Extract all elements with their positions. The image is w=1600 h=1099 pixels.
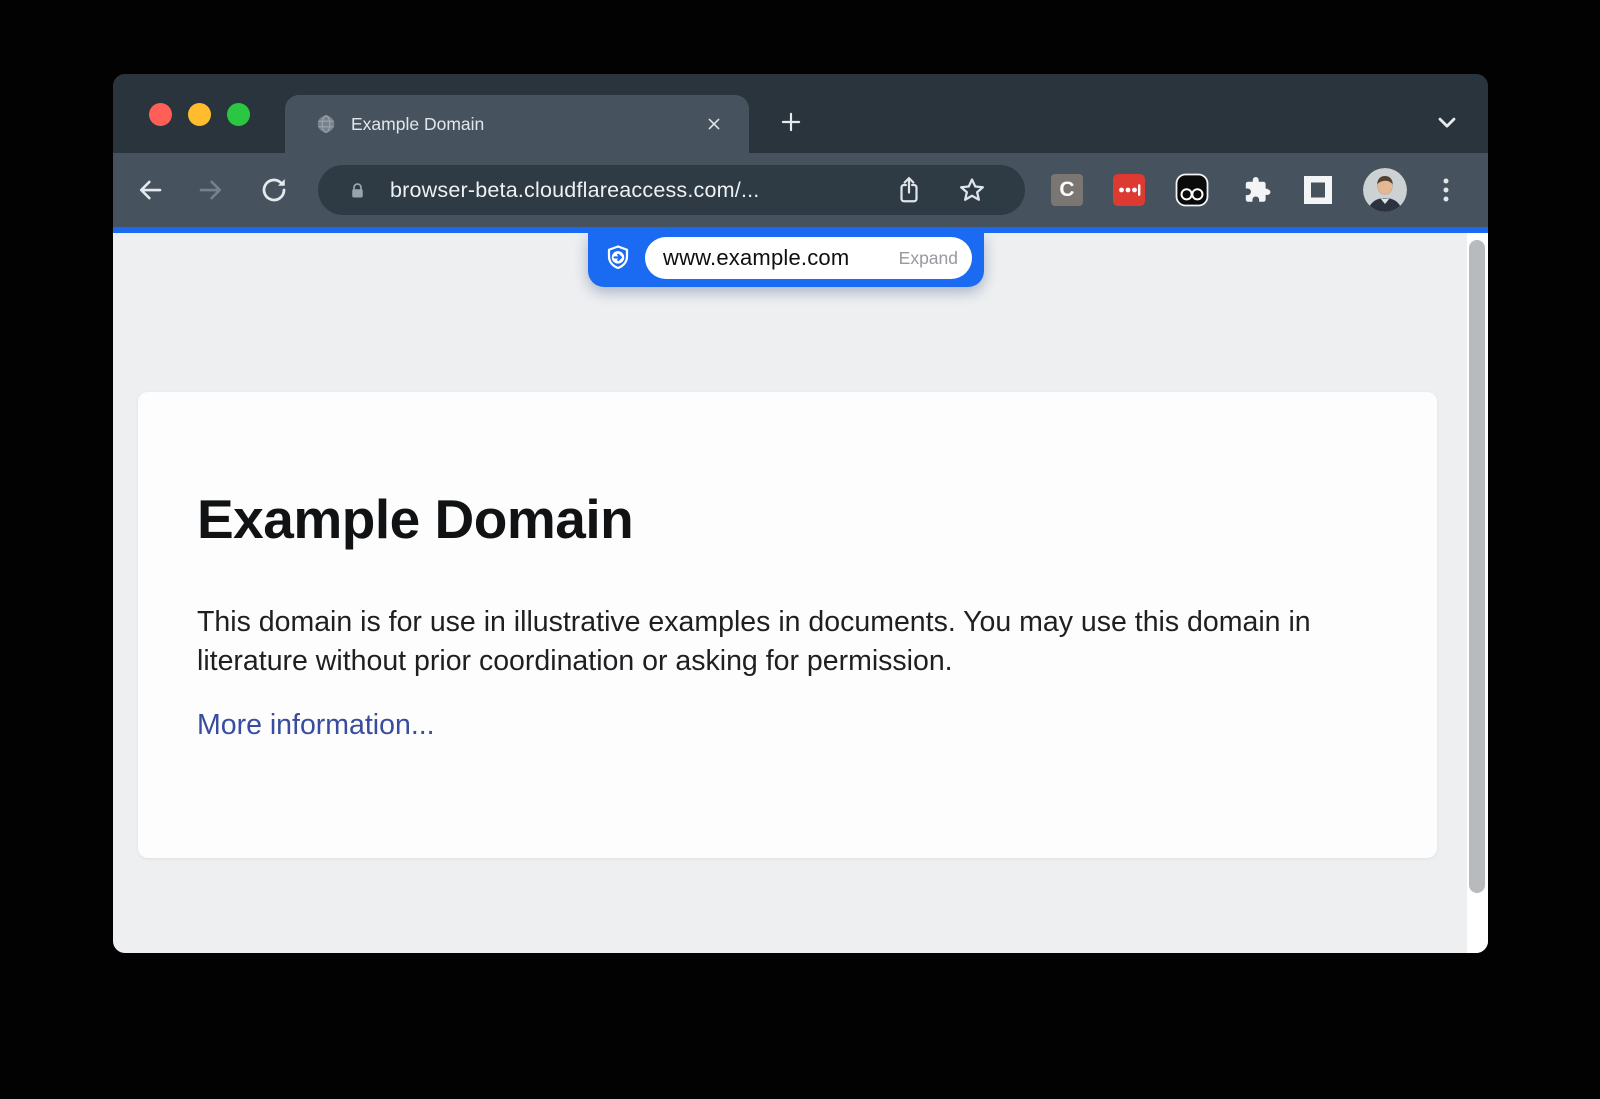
isolated-domain-text: www.example.com — [663, 245, 849, 271]
scrollbar-track[interactable] — [1467, 233, 1488, 953]
share-icon[interactable] — [893, 174, 925, 206]
new-tab-button[interactable] — [776, 107, 806, 137]
profile-avatar[interactable] — [1363, 168, 1407, 212]
shield-arrow-icon — [603, 243, 633, 273]
expand-button[interactable]: Expand — [899, 248, 958, 269]
side-panel-icon[interactable] — [1303, 175, 1333, 205]
lock-icon[interactable] — [347, 180, 368, 201]
tab-strip: Example Domain — [113, 74, 1488, 153]
browser-menu-icon[interactable] — [1437, 174, 1455, 206]
reload-button[interactable] — [259, 175, 289, 205]
page-heading: Example Domain — [197, 487, 633, 551]
password-manager-extension-icon[interactable] — [1113, 174, 1145, 206]
bookmark-star-icon[interactable] — [956, 174, 988, 206]
isolation-banner[interactable]: www.example.com Expand — [588, 233, 984, 287]
browser-toolbar: browser-beta.cloudflareaccess.com/... C — [113, 153, 1488, 227]
tab-search-chevron-icon[interactable] — [1431, 107, 1463, 137]
extension-c-icon[interactable]: C — [1051, 174, 1083, 206]
scrollbar-thumb[interactable] — [1469, 240, 1485, 893]
minimize-window-button[interactable] — [188, 103, 211, 126]
macos-window-controls — [149, 103, 250, 126]
page-content-card: Example Domain This domain is for use in… — [138, 392, 1437, 858]
close-window-button[interactable] — [149, 103, 172, 126]
address-bar[interactable]: browser-beta.cloudflareaccess.com/... — [318, 165, 1025, 215]
forward-button[interactable] — [196, 175, 226, 205]
back-button[interactable] — [135, 175, 165, 205]
tab-close-icon[interactable] — [701, 111, 727, 137]
page-viewport: www.example.com Expand Example Domain Th… — [113, 233, 1488, 953]
zoom-window-button[interactable] — [227, 103, 250, 126]
more-information-link[interactable]: More information... — [197, 709, 435, 742]
desktop-background: Example Domain — [0, 0, 1600, 1099]
browser-window: Example Domain — [113, 74, 1488, 953]
tab-title: Example Domain — [351, 114, 701, 135]
browser-tab[interactable]: Example Domain — [285, 95, 749, 153]
page-paragraph: This domain is for use in illustrative e… — [197, 603, 1359, 680]
url-text: browser-beta.cloudflareaccess.com/... — [390, 178, 893, 203]
lens-extension-icon[interactable] — [1175, 173, 1209, 207]
extensions-puzzle-icon[interactable] — [1239, 173, 1273, 207]
globe-favicon-icon — [315, 113, 337, 135]
isolation-domain-pill: www.example.com Expand — [645, 237, 972, 279]
extensions-row: C — [1051, 153, 1455, 227]
